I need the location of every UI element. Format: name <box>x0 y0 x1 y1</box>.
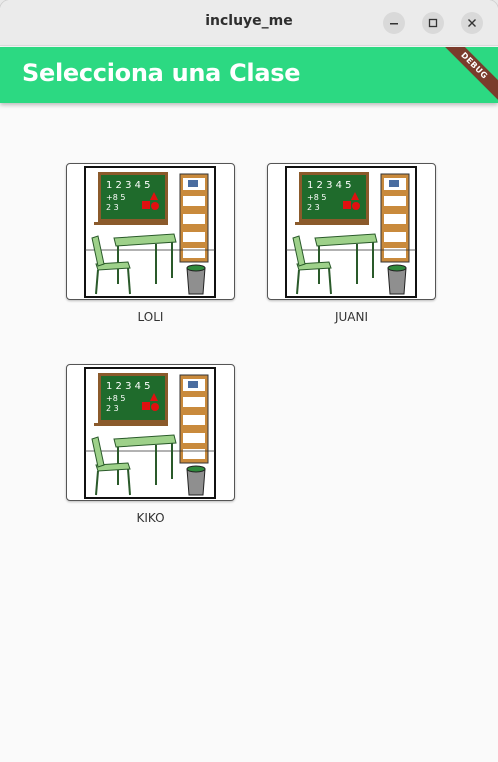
svg-text:1 2 3 4 5: 1 2 3 4 5 <box>307 180 352 191</box>
class-card-kiko[interactable]: 1 2 3 4 5 +8 5 2 3 <box>66 364 235 501</box>
classroom-image: 1 2 3 4 5 +8 5 2 3 <box>84 166 216 298</box>
svg-text:2 3: 2 3 <box>106 404 119 413</box>
svg-text:2 3: 2 3 <box>106 203 119 212</box>
app-window: incluye_me Selecciona una Clase DEBUG 1 … <box>0 0 498 762</box>
class-card-loli[interactable]: 1 2 3 4 5 +8 5 2 3 <box>66 163 235 300</box>
minimize-icon <box>390 23 398 25</box>
svg-text:+8 5: +8 5 <box>106 394 125 403</box>
window-titlebar[interactable]: incluye_me <box>0 0 498 46</box>
page-title: Selecciona una Clase <box>22 59 301 87</box>
svg-text:+8 5: +8 5 <box>307 193 326 202</box>
class-label: KIKO <box>136 511 165 525</box>
minimize-button[interactable] <box>383 12 405 34</box>
maximize-icon <box>428 18 438 28</box>
svg-text:+8 5: +8 5 <box>106 193 125 202</box>
class-label: JUANI <box>334 310 369 324</box>
classroom-image: 1 2 3 4 5 +8 5 2 3 <box>285 166 417 298</box>
close-icon <box>468 19 476 27</box>
debug-banner: DEBUG <box>436 47 498 103</box>
maximize-button[interactable] <box>422 12 444 34</box>
close-button[interactable] <box>461 12 483 34</box>
class-label: LOLI <box>137 310 164 324</box>
classroom-image: 1 2 3 4 5 +8 5 2 3 <box>84 367 216 499</box>
svg-text:1 2 3 4 5: 1 2 3 4 5 <box>106 180 151 191</box>
class-card-juani[interactable]: 1 2 3 4 5 +8 5 2 3 <box>267 163 436 300</box>
svg-text:2 3: 2 3 <box>307 203 320 212</box>
app-bar: Selecciona una Clase DEBUG <box>0 47 498 103</box>
svg-text:1 2 3 4 5: 1 2 3 4 5 <box>106 381 151 392</box>
